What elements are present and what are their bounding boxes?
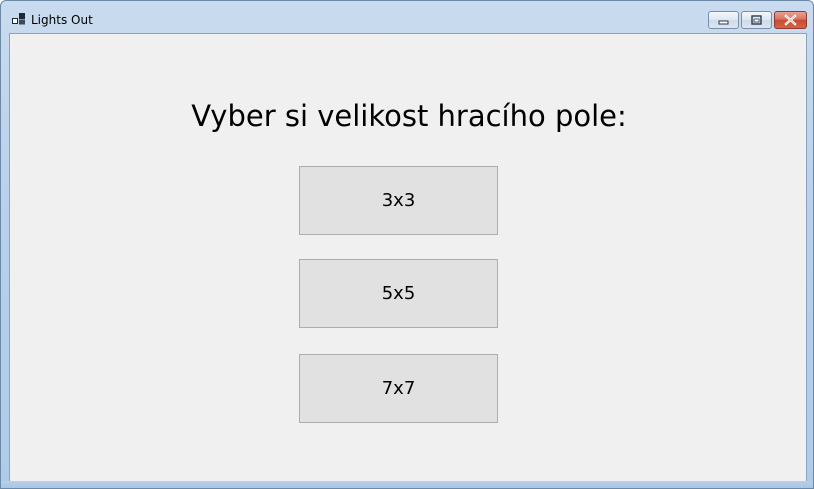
size-3x3-button[interactable]: 3x3 [299,166,498,235]
app-grid-icon [12,13,25,25]
maximize-icon [751,15,762,25]
size-7x7-button[interactable]: 7x7 [299,354,498,423]
window-bottom-border [1,481,813,488]
close-icon [784,14,797,26]
app-window: Lights Out Vyber si velikost hracího pol… [0,0,814,489]
minimize-icon [718,20,729,25]
window-title: Lights Out [31,13,93,27]
minimize-button[interactable] [708,11,739,29]
size-5x5-button[interactable]: 5x5 [299,259,498,328]
title-bar[interactable]: Lights Out [1,1,813,33]
close-button[interactable] [774,11,807,29]
client-area: Vyber si velikost hracího pole: 3x3 5x5 … [9,33,807,483]
maximize-button[interactable] [741,11,772,29]
caption-buttons [708,11,807,30]
page-title: Vyber si velikost hracího pole: [191,99,627,133]
